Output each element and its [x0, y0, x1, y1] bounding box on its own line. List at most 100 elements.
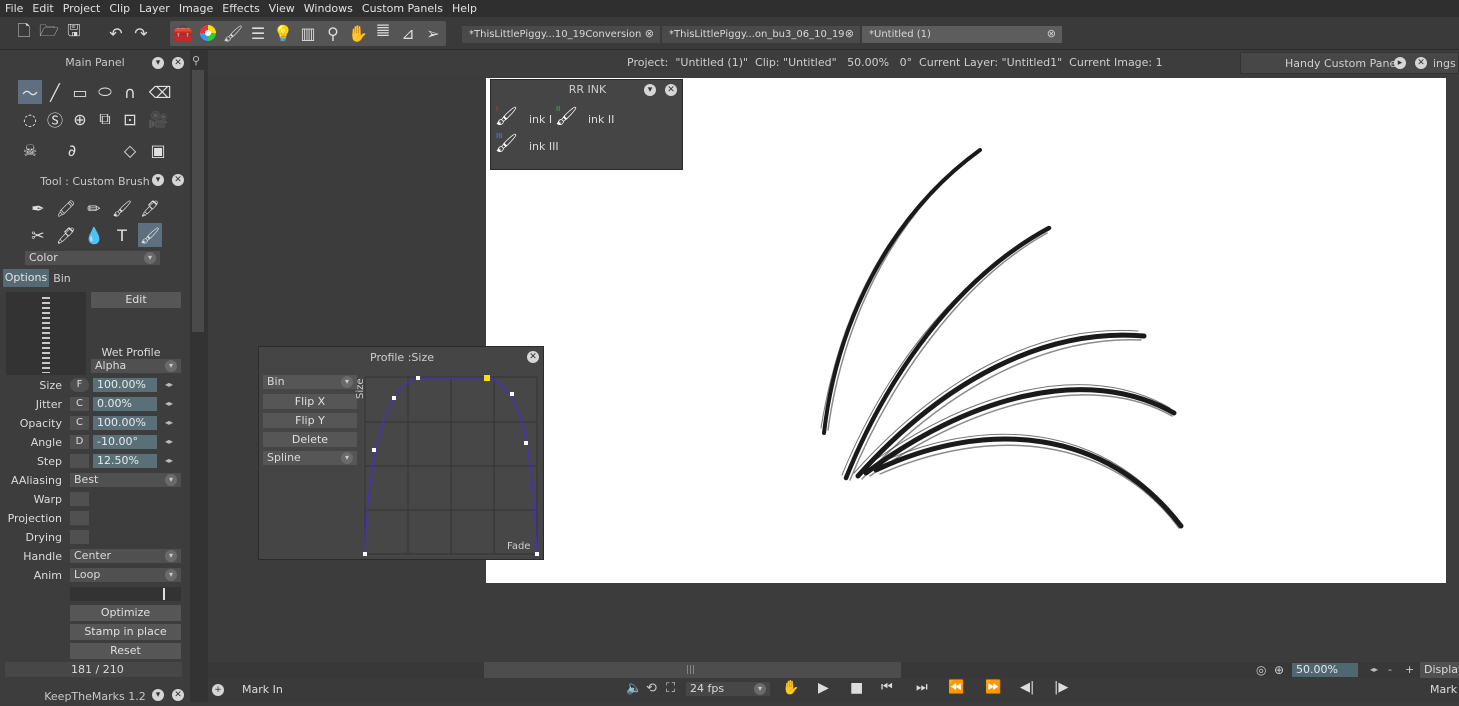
crop-tool-icon[interactable]: ⊡	[118, 107, 142, 131]
bezier-tool-icon[interactable]: ∩	[118, 80, 142, 104]
zoom-out-button[interactable]: -	[1388, 663, 1392, 676]
ink-ii-label[interactable]: ink II	[588, 113, 614, 126]
next-frame-icon[interactable]: |▶	[1054, 680, 1068, 695]
tab-piggy-bu3[interactable]: *ThisLittlePiggy...on_bu3_06_10_19 ⊗	[662, 26, 860, 43]
drying-checkbox[interactable]	[70, 530, 89, 544]
zoom-in-button[interactable]: +	[1405, 663, 1414, 676]
warp-checkbox[interactable]	[70, 492, 89, 506]
angle-stepper-icon[interactable]: ◂▸	[165, 437, 177, 446]
library-icon[interactable]: 𝍤	[372, 21, 394, 44]
step-mode[interactable]	[70, 454, 89, 468]
brush-library-icon[interactable]: 🖌	[222, 22, 244, 44]
hand-icon[interactable]: ✋	[782, 680, 799, 696]
ink-brush-icon[interactable]: 🖌	[495, 106, 521, 130]
redo-icon[interactable]: ↷	[130, 22, 152, 44]
anim-slider[interactable]	[70, 587, 181, 601]
zoom-stepper-icon[interactable]: ◂▸	[1370, 665, 1382, 674]
anim-dropdown[interactable]: Loop ▾	[70, 568, 181, 582]
tab-untitled[interactable]: *Untitled (1) ⊗	[862, 26, 1062, 43]
measure-icon[interactable]: ⊿	[397, 22, 419, 44]
step-stepper-icon[interactable]: ◂▸	[165, 456, 177, 465]
new-file-icon[interactable]: 🗋	[13, 21, 35, 44]
close-icon[interactable]: ✕	[172, 689, 184, 701]
play-icon[interactable]: ▸	[1394, 57, 1406, 69]
jitter-mode[interactable]: C	[70, 397, 89, 411]
tab-options[interactable]: Options	[3, 269, 49, 287]
color-wheel-icon[interactable]	[197, 22, 219, 44]
rotate-tool-icon[interactable]: ◇	[118, 138, 142, 162]
mark-label[interactable]: Mark	[1430, 683, 1457, 696]
zoom-center-icon[interactable]: ⊕	[1274, 663, 1284, 677]
pencil-brush-icon[interactable]: ✏	[82, 196, 106, 220]
film-strip-icon[interactable]: ▥	[297, 22, 319, 44]
dropdown-icon[interactable]: ▾	[152, 689, 164, 701]
handle-dropdown[interactable]: Center ▾	[70, 549, 181, 563]
rectangle-tool-icon[interactable]: ▭	[68, 80, 92, 104]
fullscreen-icon[interactable]: ⛶	[666, 681, 675, 696]
delete-button[interactable]: Delete	[263, 432, 357, 447]
custom-brush-icon[interactable]: 🖌	[138, 223, 162, 247]
menu-file[interactable]: File	[0, 2, 27, 15]
airbrush-icon[interactable]: 🖌	[110, 196, 134, 220]
display-button[interactable]: Display	[1420, 662, 1459, 678]
opacity-stepper-icon[interactable]: ◂▸	[165, 418, 177, 427]
optimize-button[interactable]: Optimize	[70, 605, 181, 621]
flip-y-button[interactable]: Flip Y	[263, 413, 357, 428]
camera-tool-icon[interactable]: 🎥	[146, 107, 170, 131]
menu-effects[interactable]: Effects	[217, 2, 263, 15]
mark-in-label[interactable]: Mark In	[242, 683, 283, 696]
zoom-fit-icon[interactable]: ◎	[1256, 663, 1266, 677]
undo-icon[interactable]: ↶	[105, 22, 127, 44]
color-dropdown[interactable]: Color ▾	[25, 251, 160, 265]
open-file-icon[interactable]: 🗁	[38, 21, 60, 44]
tab-piggy-conversion[interactable]: *ThisLittlePiggy...10_19Conversion ⊗	[462, 26, 660, 43]
marker-brush-icon[interactable]: 🖍	[54, 196, 78, 220]
prev-frame-icon[interactable]: ◀|	[1020, 680, 1034, 695]
reset-button[interactable]: Reset	[70, 643, 181, 659]
text-tool-icon[interactable]: T	[110, 223, 134, 247]
pin-icon[interactable]: ⚲	[192, 54, 204, 67]
close-icon[interactable]: ✕	[172, 174, 184, 186]
step-field[interactable]: 12.50%	[93, 454, 157, 468]
close-icon[interactable]: ⊗	[645, 27, 654, 40]
menu-view[interactable]: View	[264, 2, 299, 15]
projection-checkbox[interactable]	[70, 511, 89, 525]
close-icon[interactable]: ✕	[1415, 57, 1427, 69]
pan-tool-icon[interactable]: ∂	[60, 138, 84, 162]
stop-button-icon[interactable]: ■	[850, 680, 863, 696]
send-icon[interactable]: ➢	[422, 22, 444, 44]
close-icon[interactable]: ⊗	[845, 27, 854, 40]
layers-icon[interactable]: ☰	[247, 22, 269, 44]
dropdown-icon[interactable]: ▾	[644, 84, 656, 96]
first-frame-icon[interactable]: ⏮	[881, 680, 893, 695]
transform-tool-icon[interactable]: ⧉	[93, 107, 117, 131]
alpha-dropdown[interactable]: Alpha ▾	[91, 359, 181, 373]
next-key-icon[interactable]: ⏩	[985, 680, 1001, 695]
loop-icon[interactable]: ⟲	[646, 681, 657, 696]
ellipse-tool-icon[interactable]: ⬭	[93, 80, 117, 104]
toolbox-icon[interactable]: 🧰	[172, 22, 194, 44]
size-mode[interactable]: F	[70, 378, 89, 392]
search-icon[interactable]: ⚲	[322, 22, 344, 44]
select-shape-icon[interactable]: Ⓢ	[43, 107, 67, 131]
close-icon[interactable]: ✕	[527, 351, 539, 363]
freehand-tool-icon[interactable]: 〜	[18, 80, 42, 104]
jitter-field[interactable]: 0.00%	[93, 397, 157, 411]
move-tool-icon[interactable]: ⊕	[68, 107, 92, 131]
fps-dropdown[interactable]: 24 fps ▾	[686, 682, 770, 696]
menu-layer[interactable]: Layer	[134, 2, 174, 15]
eraser-tool-icon[interactable]: ⌫	[148, 80, 172, 104]
aaliasing-dropdown[interactable]: Best ▾	[70, 473, 181, 487]
effects-icon[interactable]: ✋	[347, 22, 369, 44]
save-icon[interactable]: 🖫	[63, 21, 85, 44]
line-tool-icon[interactable]: ╱	[43, 80, 67, 104]
profile-bin-dropdown[interactable]: Bin ▾	[263, 375, 357, 389]
tab-bin[interactable]: Bin	[51, 272, 73, 287]
menu-image[interactable]: Image	[174, 2, 217, 15]
flip-x-button[interactable]: Flip X	[263, 394, 357, 409]
slider-handle[interactable]	[163, 588, 165, 600]
ink-i-label[interactable]: ink I	[529, 113, 552, 126]
edit-button[interactable]: Edit	[91, 292, 181, 308]
menu-help[interactable]: Help	[447, 2, 481, 15]
angle-field[interactable]: -10.00°	[93, 435, 157, 449]
